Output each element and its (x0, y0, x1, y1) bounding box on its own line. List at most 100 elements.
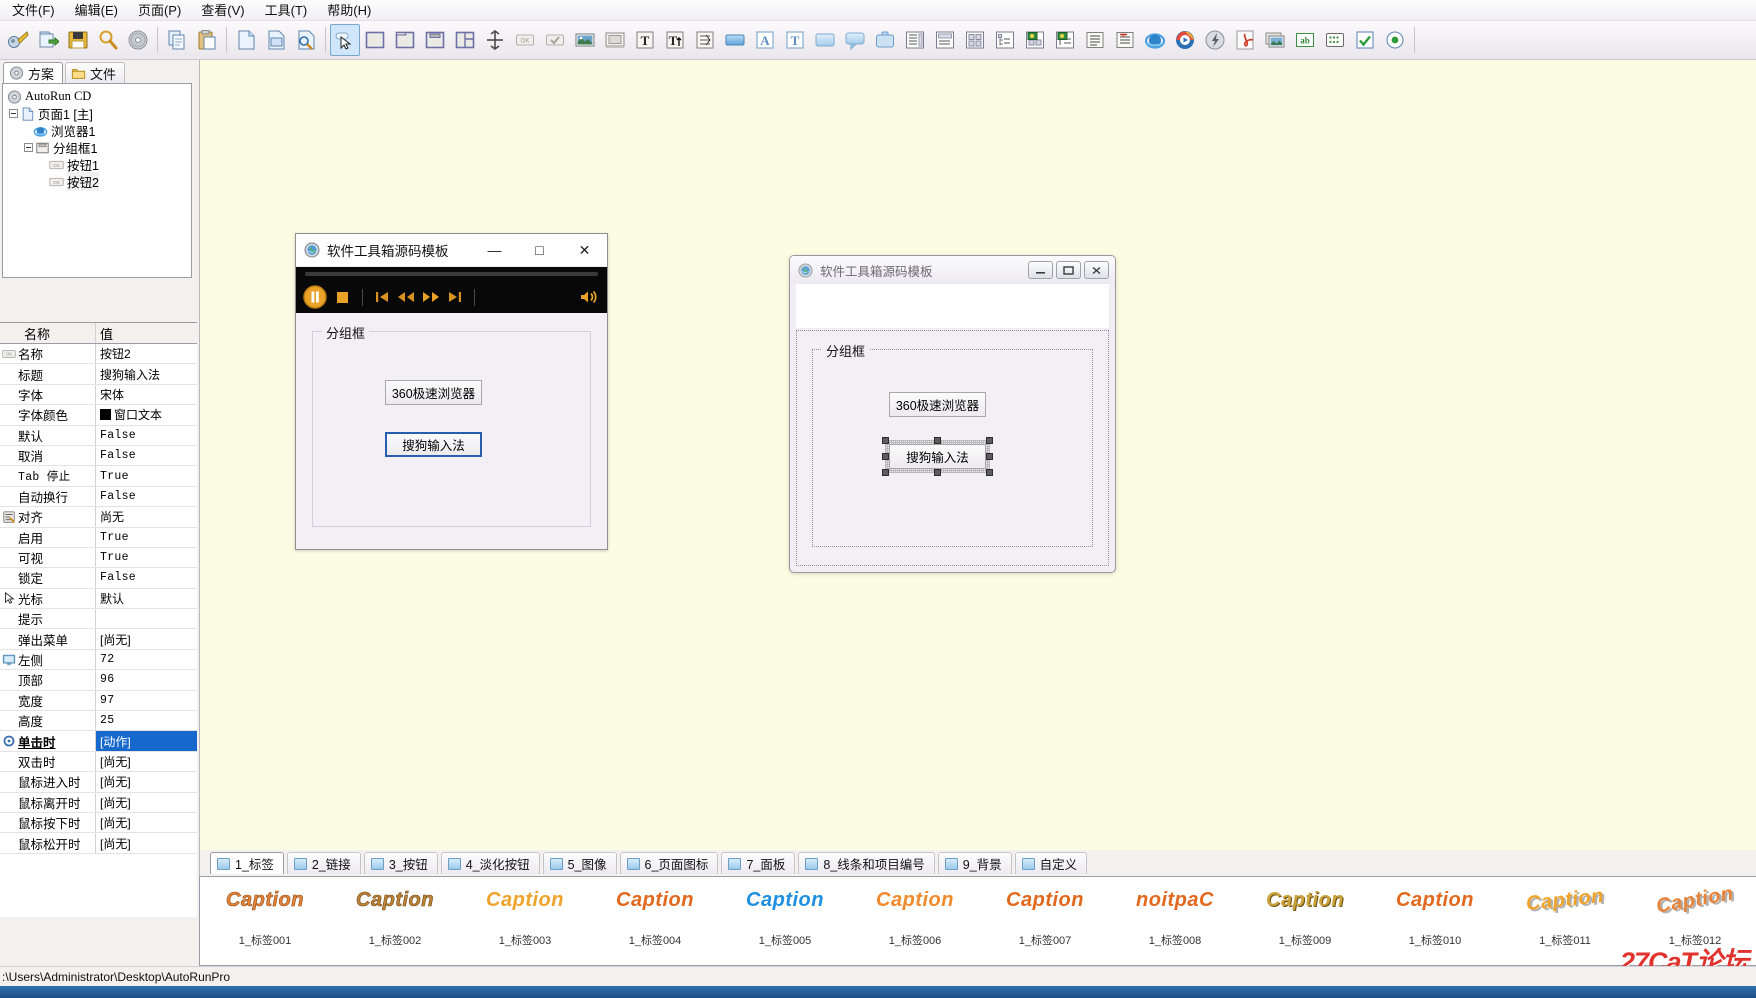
maximize-button[interactable] (1056, 261, 1081, 279)
property-row[interactable]: 对齐 尚无 (0, 507, 197, 527)
resize-handle-se[interactable] (986, 469, 993, 476)
gallery-item[interactable]: Caption1_标签002 (330, 877, 460, 965)
preview-window-body[interactable]: 分组框 360极速浏览器 搜狗输入法 (296, 313, 607, 549)
designer-window-body[interactable]: 分组框 360极速浏览器 搜狗输入法 (796, 330, 1109, 566)
resize-handle-n[interactable] (934, 437, 941, 444)
property-row[interactable]: 顶部 96 (0, 670, 197, 690)
tree-node-button1[interactable]: OK 按钮1 (3, 156, 191, 173)
gallery-tab-lines-bullets[interactable]: 8_线条和项目编号 (798, 852, 934, 874)
listindent-tool-icon[interactable] (690, 24, 720, 56)
property-value[interactable]: 96 (96, 670, 197, 689)
textbox-tool-icon[interactable] (1080, 24, 1110, 56)
property-value[interactable]: 97 (96, 691, 197, 710)
panel-tool-icon[interactable] (360, 24, 390, 56)
copy-icon[interactable] (162, 24, 192, 56)
preview-window[interactable]: 软件工具箱源码模板 — □ ✕ (295, 233, 608, 550)
gallery-item[interactable]: Caption1_标签010 (1370, 877, 1500, 965)
mediatree-tool-icon[interactable] (1050, 24, 1080, 56)
property-row[interactable]: 提示 (0, 609, 197, 629)
gallery-tab-buttons[interactable]: 3_按钮 (364, 852, 438, 874)
panel2-tool-icon[interactable] (810, 24, 840, 56)
ie-browser-icon[interactable] (1140, 24, 1170, 56)
property-value[interactable]: False (96, 426, 197, 445)
tree-node-groupbox1[interactable]: 分组框1 (3, 139, 191, 156)
pause-button[interactable] (302, 284, 328, 310)
property-row[interactable]: 可视 True (0, 548, 197, 568)
pdf-viewer-icon[interactable] (1230, 24, 1260, 56)
mediagrid-tool-icon[interactable] (1020, 24, 1050, 56)
property-value[interactable]: 默认 (96, 589, 197, 608)
page-preview-icon[interactable] (291, 24, 321, 56)
new-page-icon[interactable] (231, 24, 261, 56)
property-value[interactable]: [尚无] (96, 629, 197, 648)
previous-track-button[interactable] (375, 290, 390, 304)
gallery-item[interactable]: Caption1_标签006 (850, 877, 980, 965)
property-row[interactable]: 字体颜色 窗口文本 (0, 405, 197, 425)
property-row[interactable]: 取消 False (0, 446, 197, 466)
property-value[interactable]: [尚无] (96, 833, 197, 852)
media-player-icon[interactable] (1170, 24, 1200, 56)
grid-tool-icon[interactable] (960, 24, 990, 56)
property-value[interactable]: True (96, 528, 197, 547)
gallery-tab-labels[interactable]: 1_标签 (210, 852, 284, 874)
tab-scheme[interactable]: 方案 (3, 62, 63, 83)
gallery-item[interactable]: Caption1_标签005 (720, 877, 850, 965)
stop-button[interactable] (335, 290, 350, 305)
property-row[interactable]: 启用 True (0, 528, 197, 548)
maximize-button[interactable]: □ (517, 234, 562, 266)
text-tool-icon[interactable]: T (780, 24, 810, 56)
property-row[interactable]: 鼠标离开时 [尚无] (0, 793, 197, 813)
gallery-tab-fade-buttons[interactable]: 4_淡化按钮 (441, 852, 540, 874)
flash-player-icon[interactable] (1200, 24, 1230, 56)
property-row[interactable]: 锁定 False (0, 568, 197, 588)
project-tree[interactable]: AutoRun CD 页面1 [主] 浏览器1 分组框1 OK 按钮1 OK 按… (2, 83, 192, 278)
balloon-tool-icon[interactable] (840, 24, 870, 56)
browser-button[interactable]: 360极速浏览器 (385, 380, 482, 405)
tree-node-button2[interactable]: OK 按钮2 (3, 173, 191, 190)
preview-icon[interactable] (93, 24, 123, 56)
browser-control-placeholder[interactable] (796, 284, 1109, 328)
close-button[interactable]: ✕ (562, 234, 607, 266)
check-tool-icon[interactable] (1350, 24, 1380, 56)
property-row[interactable]: 宽度 97 (0, 691, 197, 711)
close-button[interactable] (1084, 261, 1109, 279)
checkbox-tool-icon[interactable] (540, 24, 570, 56)
property-value[interactable]: False (96, 487, 197, 506)
progress-tool-icon[interactable] (600, 24, 630, 56)
burn-cd-icon[interactable] (123, 24, 153, 56)
resize-handle-e[interactable] (986, 453, 993, 460)
property-row[interactable]: 鼠标松开时 [尚无] (0, 833, 197, 853)
next-track-button[interactable] (447, 290, 462, 304)
gallery-item[interactable]: Caption1_标签009 (1240, 877, 1370, 965)
fastforward-button[interactable] (422, 290, 440, 304)
gallery-item[interactable]: noitpaC1_标签008 (1110, 877, 1240, 965)
property-value[interactable]: [尚无] (96, 752, 197, 771)
browser-button[interactable]: 360极速浏览器 (889, 392, 986, 417)
property-value[interactable]: 窗口文本 (96, 405, 197, 424)
slideshow-icon[interactable] (1260, 24, 1290, 56)
font-color-tool-icon[interactable]: A (750, 24, 780, 56)
page-properties-icon[interactable] (261, 24, 291, 56)
groupbox-tool-icon[interactable] (420, 24, 450, 56)
design-canvas[interactable]: 软件工具箱源码模板 — □ ✕ (199, 60, 1756, 850)
property-value[interactable]: 尚无 (96, 507, 197, 526)
resize-handle-ne[interactable] (986, 437, 993, 444)
property-row[interactable]: OK 名称 按钮2 (0, 344, 197, 364)
media-player-bar[interactable] (296, 267, 607, 313)
menu-item-help[interactable]: 帮助(H) (317, 0, 381, 22)
property-value[interactable]: [尚无] (96, 772, 197, 791)
style-gallery[interactable]: Caption1_标签001 Caption1_标签002 Caption1_标… (199, 876, 1756, 966)
ime-button[interactable]: 搜狗输入法 (889, 444, 986, 469)
gallery-item[interactable]: Caption1_标签003 (460, 877, 590, 965)
property-value[interactable]: 按钮2 (96, 344, 197, 363)
richedit-tool-icon[interactable]: A (1110, 24, 1140, 56)
ime-button[interactable]: 搜狗输入法 (385, 432, 482, 457)
gallery-tab-page-icons[interactable]: 6_页面图标 (620, 852, 719, 874)
property-row[interactable]: 双击时 [尚无] (0, 752, 197, 772)
gallery-item[interactable]: Caption1_标签007 (980, 877, 1110, 965)
expander-icon[interactable] (9, 109, 18, 118)
tab-files[interactable]: 文件 (65, 62, 125, 83)
rewind-button[interactable] (397, 290, 415, 304)
resize-handle-nw[interactable] (882, 437, 889, 444)
property-value[interactable]: 72 (96, 650, 197, 669)
